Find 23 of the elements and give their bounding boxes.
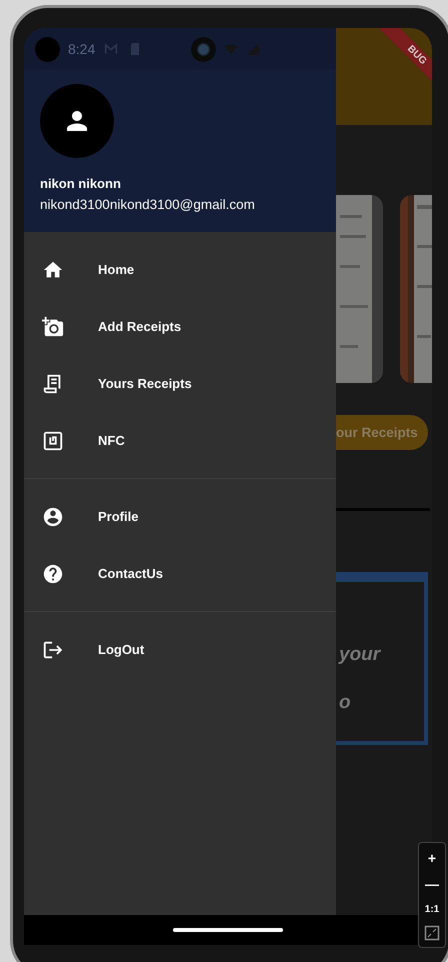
zoom-button[interactable]: + [428,847,436,869]
drawer-item[interactable]: NFC [24,412,336,469]
zoom-button[interactable]: 1:1 [424,899,440,921]
drawer-item[interactable]: ContactUs [24,545,336,602]
account-icon [42,506,64,528]
camera-plus-icon [42,316,64,338]
card-text: o [338,692,352,715]
person-icon [67,111,87,131]
drawer-item[interactable]: Profile [24,488,336,545]
status-time: 8:24 [68,41,96,57]
signal-icon [246,42,260,56]
help-icon [42,562,64,584]
fit-screen-icon[interactable] [424,925,440,941]
nfc-icon [42,430,64,452]
user-email: nikond3100nikond3100@gmail.com [40,197,256,212]
zoom-button[interactable]: — [425,873,439,895]
drawer-item[interactable]: LogOut [24,621,336,678]
wifi-icon [224,42,238,56]
drawer-item[interactable]: Yours Receipts [24,355,336,412]
drawer-item[interactable]: Add Receipts [24,298,336,355]
user-name: nikon nikonn [40,176,122,191]
drawer-item[interactable]: Home [24,241,336,298]
card-text: your [337,644,382,667]
